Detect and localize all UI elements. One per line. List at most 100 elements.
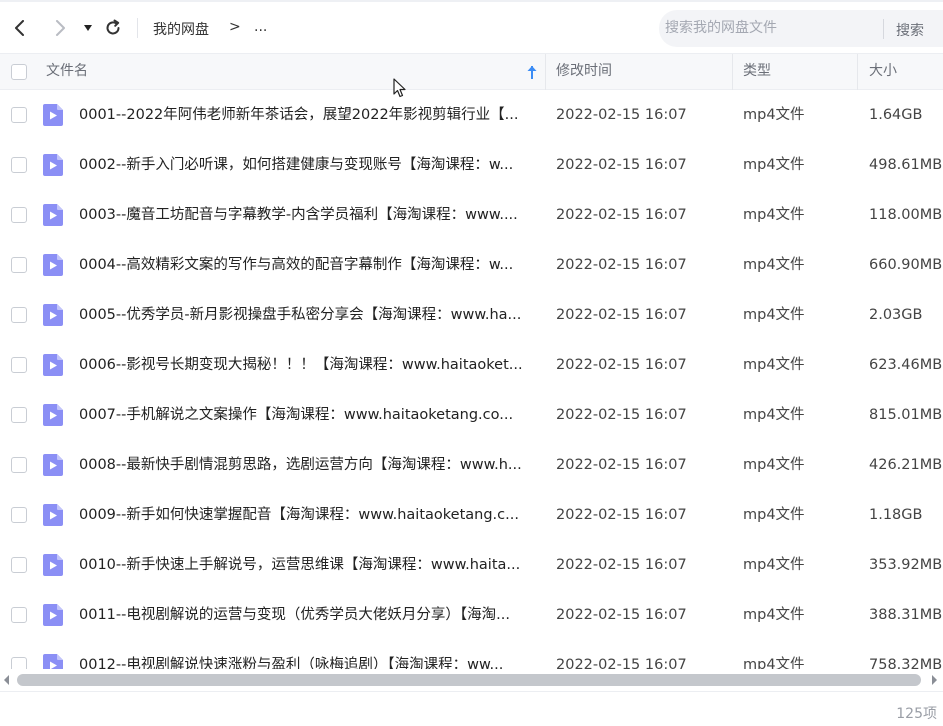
row-checkbox[interactable] <box>11 507 27 523</box>
file-name: 0002--新手入门必听课，如何搭建健康与变现账号【海淘课程：w... <box>79 157 514 173</box>
video-file-icon <box>43 204 63 226</box>
search-box: 搜索 <box>659 10 943 47</box>
column-divider[interactable] <box>857 54 858 90</box>
column-header-name[interactable]: 文件名 <box>46 54 544 90</box>
row-checkbox[interactable] <box>11 557 27 573</box>
column-header-type[interactable]: 类型 <box>743 54 771 90</box>
table-row[interactable]: 0002--新手入门必听课，如何搭建健康与变现账号【海淘课程：w... 2022-… <box>0 140 943 190</box>
history-dropdown-button[interactable] <box>78 16 98 40</box>
file-type: mp4文件 <box>743 457 805 473</box>
file-type: mp4文件 <box>743 507 805 523</box>
search-divider <box>883 19 884 39</box>
chevron-left-icon <box>15 20 24 36</box>
file-type: mp4文件 <box>743 657 805 669</box>
video-file-icon <box>43 654 63 669</box>
table-row[interactable]: 0006--影视号长期变现大揭秘！！！【海淘课程：www.haitaoket..… <box>0 340 943 390</box>
scroll-right-arrow-icon[interactable] <box>929 674 939 686</box>
row-checkbox[interactable] <box>11 457 27 473</box>
toolbar: 我的网盘 > ... 搜索 <box>0 0 943 53</box>
row-checkbox[interactable] <box>11 357 27 373</box>
table-row[interactable]: 0003--魔音工坊配音与字幕教学-内含学员福利【海淘课程：www.... 202… <box>0 190 943 240</box>
file-size: 758.32MB <box>869 657 943 669</box>
video-file-icon <box>43 104 63 126</box>
modified-time: 2022-02-15 16:07 <box>556 157 687 173</box>
file-size: 1.18GB <box>869 507 923 523</box>
file-size: 815.01MB <box>869 407 943 423</box>
file-type: mp4文件 <box>743 207 805 223</box>
file-name: 0004--高效精彩文案的写作与高效的配音字幕制作【海淘课程：w... <box>79 257 514 273</box>
column-divider[interactable] <box>732 54 733 90</box>
search-input[interactable] <box>665 14 880 42</box>
video-file-icon <box>43 554 63 576</box>
file-size: 498.61MB <box>869 157 943 173</box>
file-type: mp4文件 <box>743 307 805 323</box>
row-checkbox[interactable] <box>11 607 27 623</box>
file-name: 0011--电视剧解说的运营与变现（优秀学员大佬妖月分享）【海淘... <box>79 607 510 623</box>
file-type: mp4文件 <box>743 607 805 623</box>
table-row[interactable]: 0001--2022年阿伟老师新年茶话会，展望2022年影视剪辑行业【... 20… <box>0 90 943 140</box>
horizontal-scrollbar[interactable] <box>0 669 943 691</box>
file-size: 1.64GB <box>869 107 923 123</box>
breadcrumb-separator: > <box>229 19 241 35</box>
file-type: mp4文件 <box>743 107 805 123</box>
scrollbar-track[interactable] <box>15 674 923 686</box>
modified-time: 2022-02-15 16:07 <box>556 657 687 669</box>
table-row[interactable]: 0005--优秀学员-新月影视操盘手私密分享会【海淘课程：www.ha... 20… <box>0 290 943 340</box>
file-name: 0010--新手快速上手解说号，运营思维课【海淘课程：www.haita... <box>79 557 521 573</box>
row-checkbox[interactable] <box>11 257 27 273</box>
file-name: 0005--优秀学员-新月影视操盘手私密分享会【海淘课程：www.ha... <box>79 307 522 323</box>
file-size: 623.46MB <box>869 357 943 373</box>
file-list: 0001--2022年阿伟老师新年茶话会，展望2022年影视剪辑行业【... 20… <box>0 90 943 669</box>
video-file-icon <box>43 254 63 276</box>
table-row[interactable]: 0008--最新快手剧情混剪思路，选剧运营方向【海淘课程：www.h... 202… <box>0 440 943 490</box>
file-name: 0006--影视号长期变现大揭秘！！！【海淘课程：www.haitaoket..… <box>79 357 523 373</box>
file-size: 660.90MB <box>869 257 943 273</box>
column-divider[interactable] <box>545 54 546 90</box>
scrollbar-thumb[interactable] <box>17 674 921 686</box>
file-type: mp4文件 <box>743 157 805 173</box>
toolbar-divider <box>137 18 138 38</box>
breadcrumb-root[interactable]: 我的网盘 <box>153 19 209 39</box>
file-name: 0012--电视剧解说快速涨粉与盈利（咏梅追剧）【海淘课程：ww... <box>79 657 504 669</box>
file-name: 0007--手机解说之文案操作【海淘课程：www.haitaoketang.co… <box>79 407 514 423</box>
video-file-icon <box>43 304 63 326</box>
refresh-icon <box>106 19 120 35</box>
column-header-modified[interactable]: 修改时间 <box>556 54 612 90</box>
table-row[interactable]: 0012--电视剧解说快速涨粉与盈利（咏梅追剧）【海淘课程：ww... 2022-… <box>0 640 943 669</box>
row-checkbox[interactable] <box>11 307 27 323</box>
video-file-icon <box>43 604 63 626</box>
select-all-checkbox[interactable] <box>11 64 27 80</box>
video-file-icon <box>43 154 63 176</box>
search-button[interactable]: 搜索 <box>896 20 924 40</box>
table-row[interactable]: 0010--新手快速上手解说号，运营思维课【海淘课程：www.haita... 2… <box>0 540 943 590</box>
video-file-icon <box>43 354 63 376</box>
row-checkbox[interactable] <box>11 407 27 423</box>
sort-up-arrow-icon[interactable] <box>525 63 539 81</box>
row-checkbox[interactable] <box>11 657 27 669</box>
caret-down-icon <box>84 25 92 31</box>
scroll-left-arrow-icon[interactable] <box>2 674 12 686</box>
table-row[interactable]: 0004--高效精彩文案的写作与高效的配音字幕制作【海淘课程：w... 2022-… <box>0 240 943 290</box>
table-row[interactable]: 0011--电视剧解说的运营与变现（优秀学员大佬妖月分享）【海淘... 2022-… <box>0 590 943 640</box>
row-checkbox[interactable] <box>11 207 27 223</box>
column-header-size[interactable]: 大小 <box>869 54 897 90</box>
row-checkbox[interactable] <box>11 157 27 173</box>
table-row[interactable]: 0007--手机解说之文案操作【海淘课程：www.haitaoketang.co… <box>0 390 943 440</box>
table-row[interactable]: 0009--新手如何快速掌握配音【海淘课程：www.haitaoketang.c… <box>0 490 943 540</box>
breadcrumb-more[interactable]: ... <box>254 19 267 35</box>
modified-time: 2022-02-15 16:07 <box>556 357 687 373</box>
forward-button[interactable] <box>48 16 72 40</box>
refresh-button[interactable] <box>101 16 125 40</box>
modified-time: 2022-02-15 16:07 <box>556 457 687 473</box>
modified-time: 2022-02-15 16:07 <box>556 107 687 123</box>
row-checkbox[interactable] <box>11 107 27 123</box>
back-button[interactable] <box>8 16 32 40</box>
file-type: mp4文件 <box>743 407 805 423</box>
modified-time: 2022-02-15 16:07 <box>556 607 687 623</box>
file-type: mp4文件 <box>743 257 805 273</box>
file-name: 0008--最新快手剧情混剪思路，选剧运营方向【海淘课程：www.h... <box>79 457 522 473</box>
video-file-icon <box>43 454 63 476</box>
file-type: mp4文件 <box>743 357 805 373</box>
video-file-icon <box>43 404 63 426</box>
file-size: 118.00MB <box>869 207 943 223</box>
